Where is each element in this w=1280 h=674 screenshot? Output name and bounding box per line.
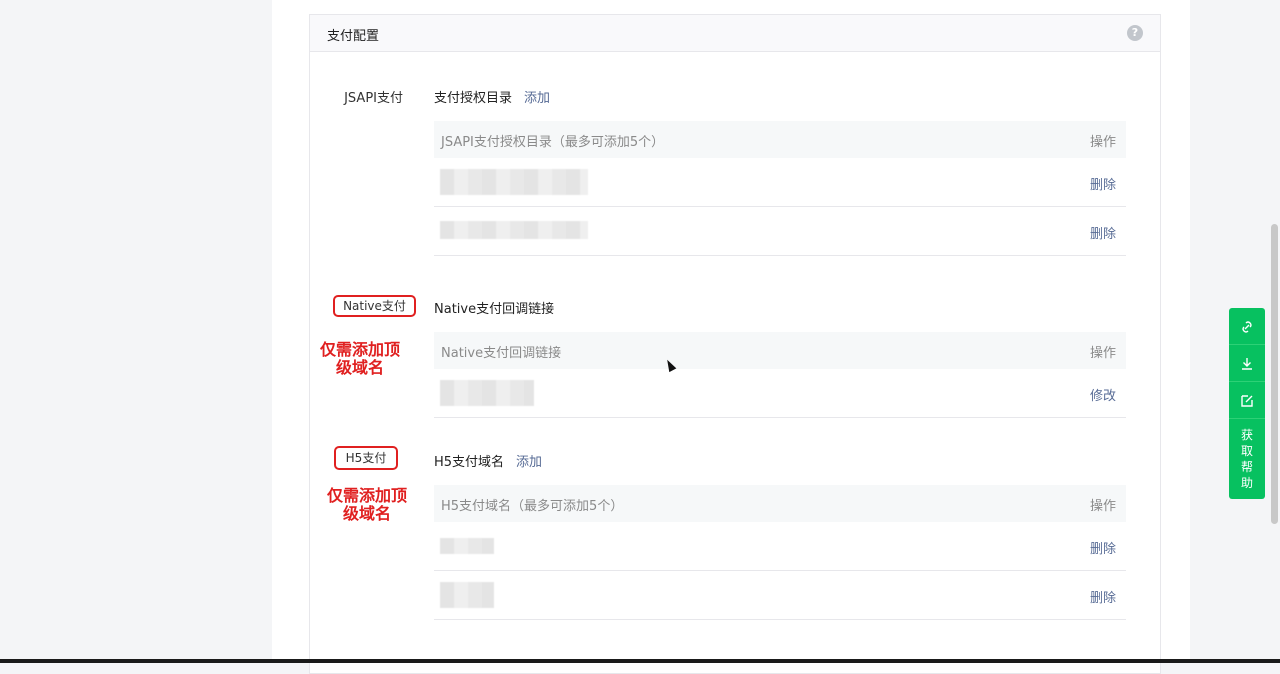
native-table: Native支付回调链接 操作 修改 bbox=[434, 332, 1126, 418]
redacted-value bbox=[440, 380, 534, 406]
table-header: Native支付回调链接 操作 bbox=[434, 332, 1126, 369]
redacted-value bbox=[440, 582, 494, 608]
delete-link[interactable]: 删除 bbox=[1090, 174, 1116, 193]
link-icon[interactable] bbox=[1229, 308, 1265, 345]
window-bottom-edge bbox=[0, 659, 1280, 663]
native-label: Native支付 bbox=[343, 299, 406, 313]
help-icon[interactable]: ? bbox=[1127, 25, 1143, 41]
table-row: 删除 bbox=[434, 522, 1126, 571]
table-header: JSAPI支付授权目录（最多可添加5个） 操作 bbox=[434, 121, 1126, 158]
column-header-action: 操作 bbox=[1089, 346, 1116, 361]
table-row: 删除 bbox=[434, 158, 1126, 207]
native-annotation: 仅需添加顶级域名 bbox=[319, 340, 400, 377]
redacted-value bbox=[440, 221, 588, 239]
download-icon[interactable] bbox=[1229, 345, 1265, 382]
side-toolbar: 获取帮助 bbox=[1229, 308, 1265, 499]
column-header-action: 操作 bbox=[1089, 499, 1116, 514]
column-header-domain: H5支付域名（最多可添加5个） bbox=[441, 499, 624, 514]
native-section-title: Native支付回调链接 bbox=[434, 302, 555, 317]
jsapi-add-link[interactable]: 添加 bbox=[524, 91, 550, 106]
table-row: 修改 bbox=[434, 369, 1126, 418]
column-header-callback: Native支付回调链接 bbox=[441, 346, 562, 361]
h5-add-link[interactable]: 添加 bbox=[516, 455, 542, 470]
column-header-action: 操作 bbox=[1089, 135, 1116, 150]
redacted-value bbox=[440, 169, 588, 195]
table-row: 删除 bbox=[434, 207, 1126, 256]
get-help-button[interactable]: 获取帮助 bbox=[1240, 419, 1254, 499]
scrollbar[interactable] bbox=[1271, 224, 1278, 524]
delete-link[interactable]: 删除 bbox=[1090, 587, 1116, 606]
h5-section-title-text: H5支付域名 bbox=[434, 455, 505, 470]
h5-label: H5支付 bbox=[345, 451, 387, 465]
jsapi-table: JSAPI支付授权目录（最多可添加5个） 操作 删除 删除 bbox=[434, 121, 1126, 256]
panel-title: 支付配置 bbox=[327, 29, 380, 44]
h5-label-highlight: H5支付 bbox=[334, 446, 398, 470]
jsapi-section-title: 支付授权目录 添加 bbox=[434, 87, 550, 106]
delete-link[interactable]: 删除 bbox=[1090, 538, 1116, 557]
h5-annotation: 仅需添加顶级域名 bbox=[326, 486, 407, 523]
table-row: 删除 bbox=[434, 571, 1126, 620]
jsapi-label: JSAPI支付 bbox=[344, 91, 403, 106]
delete-link[interactable]: 删除 bbox=[1090, 223, 1116, 242]
jsapi-section-title-text: 支付授权目录 bbox=[434, 91, 513, 106]
redacted-value bbox=[440, 538, 494, 554]
modify-link[interactable]: 修改 bbox=[1090, 385, 1116, 404]
native-label-highlight: Native支付 bbox=[333, 295, 416, 317]
edit-icon[interactable] bbox=[1229, 382, 1265, 419]
panel-header: 支付配置 ? bbox=[310, 15, 1160, 52]
table-header: H5支付域名（最多可添加5个） 操作 bbox=[434, 485, 1126, 522]
h5-table: H5支付域名（最多可添加5个） 操作 删除 删除 bbox=[434, 485, 1126, 620]
column-header-directory: JSAPI支付授权目录（最多可添加5个） bbox=[441, 135, 665, 150]
h5-section-title: H5支付域名 添加 bbox=[434, 451, 542, 470]
